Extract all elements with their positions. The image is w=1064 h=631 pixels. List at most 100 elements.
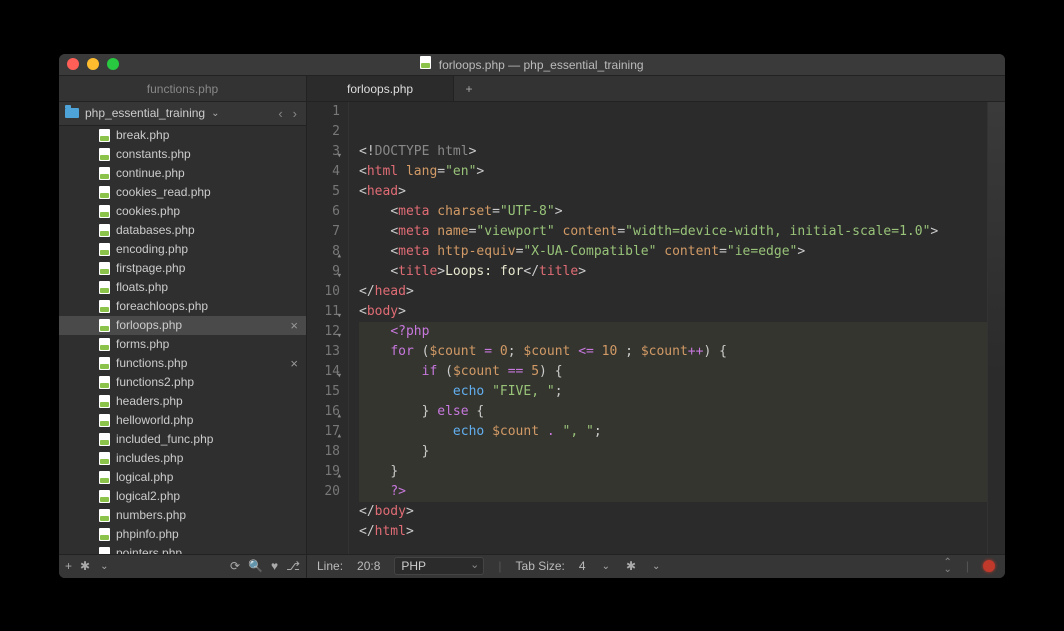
file-item[interactable]: continue.php bbox=[59, 164, 306, 183]
file-item[interactable]: logical2.php bbox=[59, 487, 306, 506]
project-dropdown-icon[interactable]: ⌄ bbox=[209, 108, 221, 119]
line-number[interactable]: 13 bbox=[307, 342, 340, 362]
editor-window: forloops.php — php_essential_training fu… bbox=[59, 54, 1005, 578]
line-number[interactable]: 9▾ bbox=[307, 262, 340, 282]
line-number[interactable]: 3▾ bbox=[307, 142, 340, 162]
close-file-icon[interactable]: × bbox=[290, 356, 298, 371]
project-name[interactable]: php_essential_training bbox=[85, 106, 205, 120]
code-line[interactable]: </head> bbox=[359, 282, 1005, 302]
favorite-icon[interactable]: ♥ bbox=[271, 559, 278, 573]
line-number[interactable]: 16▴ bbox=[307, 402, 340, 422]
line-number[interactable]: 6 bbox=[307, 202, 340, 222]
sidebar-settings-dropdown-icon[interactable]: ⌄ bbox=[98, 561, 110, 572]
file-item[interactable]: numbers.php bbox=[59, 506, 306, 525]
code-line[interactable]: </body> bbox=[359, 502, 1005, 522]
line-number[interactable]: 2 bbox=[307, 122, 340, 142]
minimap[interactable] bbox=[987, 102, 1005, 554]
code-line[interactable]: <html lang="en"> bbox=[359, 162, 1005, 182]
file-icon bbox=[99, 186, 110, 199]
file-item[interactable]: cookies_read.php bbox=[59, 183, 306, 202]
nav-forward-button[interactable]: › bbox=[290, 106, 300, 121]
close-window-button[interactable] bbox=[67, 58, 79, 70]
file-item[interactable]: functions2.php bbox=[59, 373, 306, 392]
file-item[interactable]: logical.php bbox=[59, 468, 306, 487]
record-indicator-icon[interactable] bbox=[983, 560, 995, 572]
zoom-window-button[interactable] bbox=[107, 58, 119, 70]
status-settings-icon[interactable]: ✱ bbox=[626, 559, 636, 573]
cursor-position[interactable]: 20:8 bbox=[357, 559, 380, 573]
line-number[interactable]: 17▴ bbox=[307, 422, 340, 442]
code-line[interactable]: } bbox=[359, 442, 1005, 462]
scroll-indicator-icon[interactable]: ⌃⌄ bbox=[943, 559, 951, 573]
code-area[interactable]: 123▾45678▴9▾1011▾12▾1314▾1516▴17▴1819▴20… bbox=[307, 102, 1005, 554]
line-number[interactable]: 12▾ bbox=[307, 322, 340, 342]
file-item[interactable]: helloworld.php bbox=[59, 411, 306, 430]
code-line[interactable]: <title>Loops: for</title> bbox=[359, 262, 1005, 282]
code-line[interactable]: } else { bbox=[359, 402, 1005, 422]
file-item[interactable]: databases.php bbox=[59, 221, 306, 240]
line-number[interactable]: 11▾ bbox=[307, 302, 340, 322]
line-number[interactable]: 8▴ bbox=[307, 242, 340, 262]
file-item[interactable]: included_func.php bbox=[59, 430, 306, 449]
file-item[interactable]: break.php bbox=[59, 126, 306, 145]
line-number[interactable]: 7 bbox=[307, 222, 340, 242]
code-line[interactable]: <?php bbox=[359, 322, 1005, 342]
code-line[interactable]: echo $count . ", "; bbox=[359, 422, 1005, 442]
code-line[interactable]: echo "FIVE, "; bbox=[359, 382, 1005, 402]
line-number[interactable]: 19▴ bbox=[307, 462, 340, 482]
code-line[interactable]: for ($count = 0; $count <= 10 ; $count++… bbox=[359, 342, 1005, 362]
file-item[interactable]: floats.php bbox=[59, 278, 306, 297]
file-item[interactable]: functions.php× bbox=[59, 354, 306, 373]
code-line[interactable]: if ($count == 5) { bbox=[359, 362, 1005, 382]
code-line[interactable]: ?> bbox=[359, 482, 1005, 502]
line-number[interactable]: 18 bbox=[307, 442, 340, 462]
file-item[interactable]: includes.php bbox=[59, 449, 306, 468]
sidebar-settings-icon[interactable]: ✱ bbox=[80, 559, 90, 573]
search-icon[interactable]: 🔍 bbox=[248, 559, 263, 573]
file-item[interactable]: constants.php bbox=[59, 145, 306, 164]
sidebar-pane-tab[interactable]: functions.php bbox=[59, 76, 307, 101]
nav-back-button[interactable]: ‹ bbox=[275, 106, 285, 121]
code-line[interactable]: <meta http-equiv="X-UA-Compatible" conte… bbox=[359, 242, 1005, 262]
add-file-button[interactable]: + bbox=[65, 559, 72, 573]
gutter[interactable]: 123▾45678▴9▾1011▾12▾1314▾1516▴17▴1819▴20 bbox=[307, 102, 349, 554]
line-number[interactable]: 4 bbox=[307, 162, 340, 182]
file-item[interactable]: foreachloops.php bbox=[59, 297, 306, 316]
file-item[interactable]: encoding.php bbox=[59, 240, 306, 259]
code-line[interactable]: <meta charset="UTF-8"> bbox=[359, 202, 1005, 222]
minimize-window-button[interactable] bbox=[87, 58, 99, 70]
line-number[interactable]: 5 bbox=[307, 182, 340, 202]
file-item[interactable]: pointers.php bbox=[59, 544, 306, 554]
editor-tab-active[interactable]: forloops.php bbox=[307, 76, 454, 101]
code-line[interactable]: <meta name="viewport" content="width=dev… bbox=[359, 222, 1005, 242]
line-number[interactable]: 10 bbox=[307, 282, 340, 302]
file-item[interactable]: headers.php bbox=[59, 392, 306, 411]
code-line[interactable]: </html> bbox=[359, 522, 1005, 542]
git-branch-icon[interactable]: ⎇ bbox=[286, 559, 300, 573]
file-name: cookies_read.php bbox=[116, 185, 211, 199]
file-item[interactable]: forms.php bbox=[59, 335, 306, 354]
file-icon bbox=[99, 357, 110, 370]
line-number[interactable]: 14▾ bbox=[307, 362, 340, 382]
file-item[interactable]: phpinfo.php bbox=[59, 525, 306, 544]
tab-size-dropdown-icon[interactable]: ⌄ bbox=[600, 561, 612, 572]
sync-icon[interactable]: ⟳ bbox=[230, 559, 240, 573]
line-number[interactable]: 1 bbox=[307, 102, 340, 122]
file-item[interactable]: firstpage.php bbox=[59, 259, 306, 278]
syntax-selector[interactable]: PHP bbox=[394, 557, 484, 575]
code-line[interactable]: <body> bbox=[359, 302, 1005, 322]
tab-size-value[interactable]: 4 bbox=[579, 559, 586, 573]
new-tab-button[interactable]: + bbox=[454, 76, 484, 101]
file-item[interactable]: forloops.php× bbox=[59, 316, 306, 335]
code-line[interactable]: } bbox=[359, 462, 1005, 482]
code-content[interactable]: <!DOCTYPE html><html lang="en"><head> <m… bbox=[349, 102, 1005, 554]
close-file-icon[interactable]: × bbox=[290, 318, 298, 333]
line-number[interactable]: 15 bbox=[307, 382, 340, 402]
syntax-value: PHP bbox=[401, 559, 426, 573]
status-settings-dropdown-icon[interactable]: ⌄ bbox=[650, 561, 662, 572]
code-line[interactable]: <head> bbox=[359, 182, 1005, 202]
line-number[interactable]: 20 bbox=[307, 482, 340, 502]
file-item[interactable]: cookies.php bbox=[59, 202, 306, 221]
code-line[interactable]: <!DOCTYPE html> bbox=[359, 142, 1005, 162]
file-list[interactable]: break.phpconstants.phpcontinue.php cookie… bbox=[59, 126, 306, 554]
